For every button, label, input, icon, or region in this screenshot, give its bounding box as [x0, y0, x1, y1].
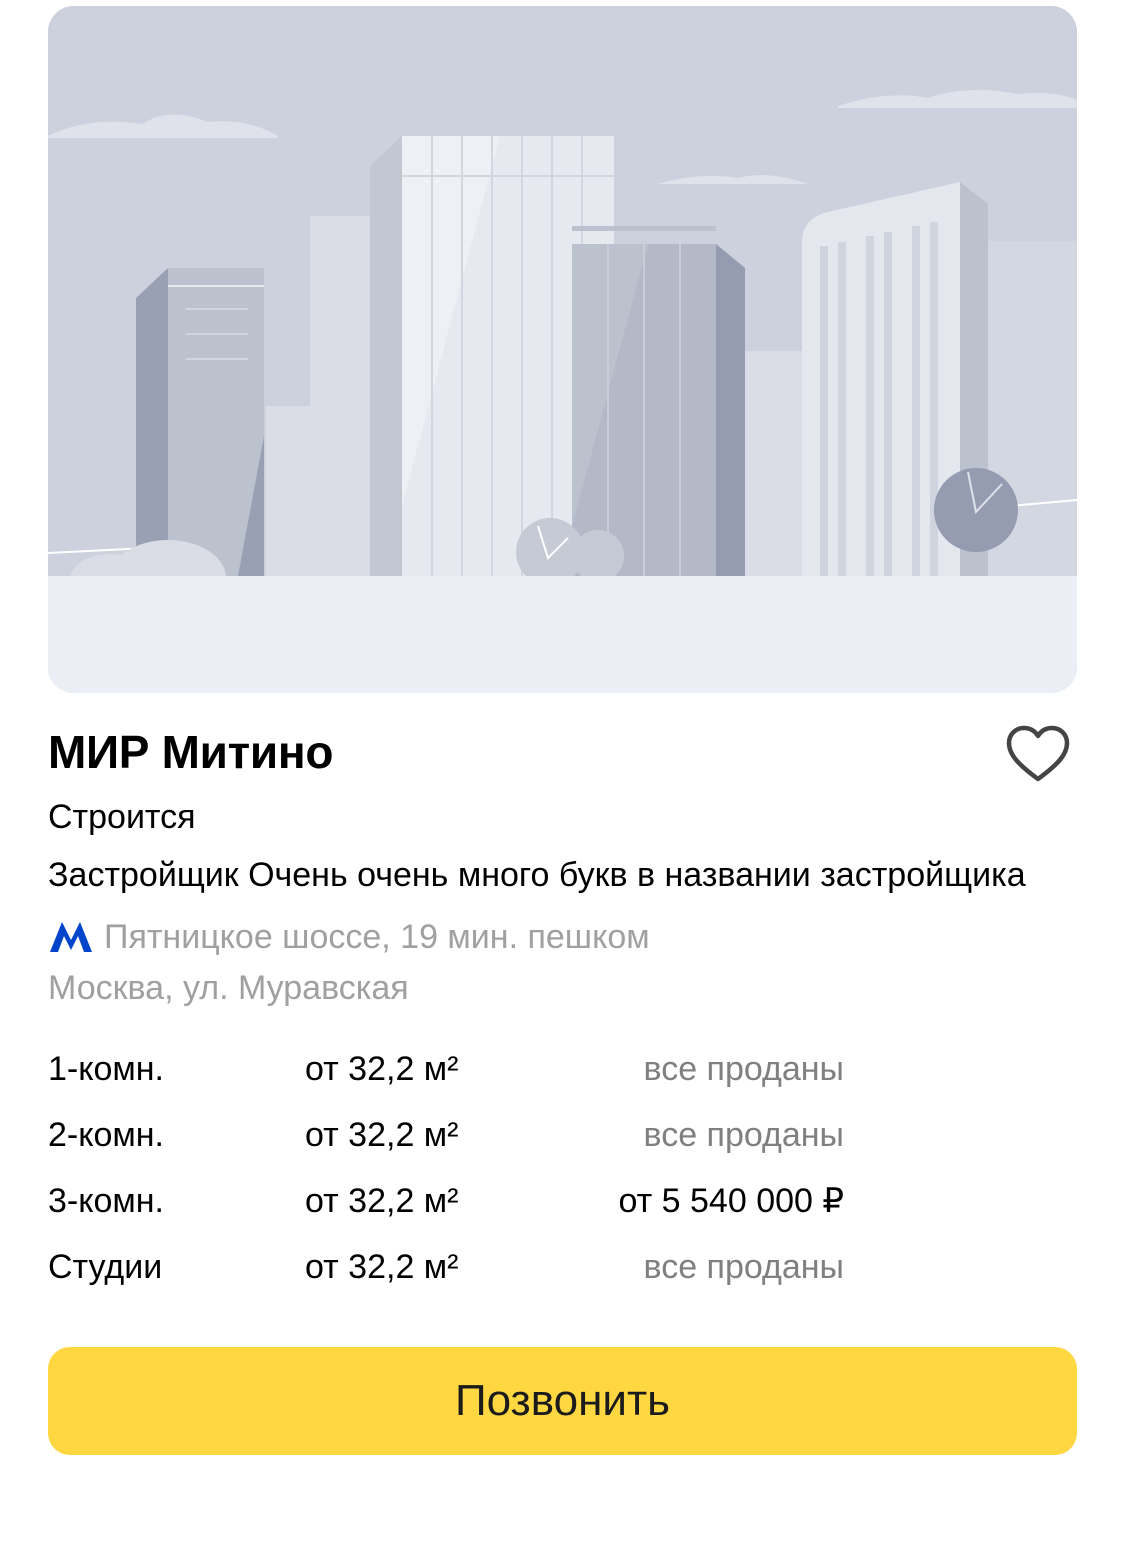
flat-row-2room[interactable]: 2-комн. от 32,2 м² все проданы [48, 1112, 868, 1178]
flat-price: от 5 540 000 ₽ [618, 1182, 844, 1220]
favorite-button[interactable] [1005, 724, 1071, 784]
developer-name: Застройщик Очень очень много букв в назв… [48, 856, 1026, 894]
flat-price: все проданы [643, 1248, 844, 1286]
city-illustration [48, 6, 1077, 693]
call-button[interactable]: Позвонить [48, 1347, 1077, 1455]
flat-price: все проданы [643, 1050, 844, 1088]
flat-area: от 32,2 м² [305, 1182, 459, 1220]
flats-table: 1-комн. от 32,2 м² все проданы 2-комн. о… [48, 1046, 868, 1310]
flat-area: от 32,2 м² [305, 1050, 459, 1088]
construction-status: Строится [48, 798, 196, 836]
flat-type: 1-комн. [48, 1050, 164, 1088]
flat-type: Студии [48, 1248, 163, 1286]
flat-type: 3-комн. [48, 1182, 164, 1220]
metro-info: Пятницкое шоссе, 19 мин. пешком [48, 915, 650, 959]
heart-outline-icon [1006, 725, 1070, 782]
flat-row-studio[interactable]: Студии от 32,2 м² все проданы [48, 1244, 868, 1310]
flat-type: 2-комн. [48, 1116, 164, 1154]
flat-area: от 32,2 м² [305, 1248, 459, 1286]
flat-area: от 32,2 м² [305, 1116, 459, 1154]
complex-photo-placeholder[interactable] [48, 6, 1077, 693]
metro-station-text: Пятницкое шоссе, 19 мин. пешком [104, 918, 650, 956]
complex-address: Москва, ул. Муравская [48, 969, 409, 1007]
metro-icon [50, 922, 92, 952]
flat-price: все проданы [643, 1116, 844, 1154]
flat-row-1room[interactable]: 1-комн. от 32,2 м² все проданы [48, 1046, 868, 1112]
flat-row-3room[interactable]: 3-комн. от 32,2 м² от 5 540 000 ₽ [48, 1178, 868, 1244]
complex-title: МИР Митино [48, 726, 334, 778]
